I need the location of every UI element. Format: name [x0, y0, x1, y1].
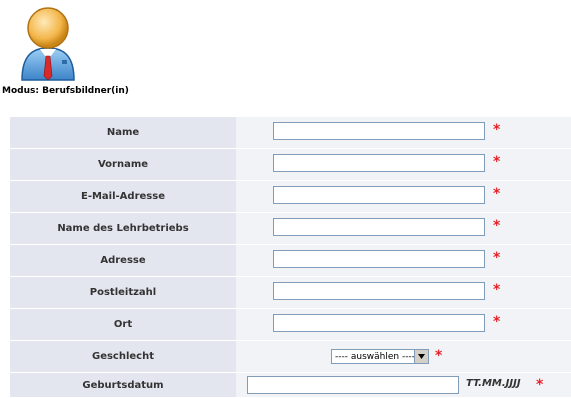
required-marker: * — [493, 314, 501, 330]
required-marker: * — [493, 250, 501, 266]
mode-label: Modus: Berufsbildner(in) — [2, 86, 129, 96]
form-row-city: Ort * — [10, 309, 571, 341]
form-row-gender: Geschlecht ---- auswählen ---- * — [10, 341, 571, 373]
form-row-postal-code: Postleitzahl * — [10, 277, 571, 309]
field-label: Postleitzahl — [10, 277, 236, 308]
form-row-birthdate: Geburtsdatum TT.MM.JJJJ * — [10, 373, 571, 398]
name-input[interactable] — [273, 122, 485, 140]
required-marker: * — [493, 282, 501, 298]
city-input[interactable] — [273, 314, 485, 332]
postal-code-input[interactable] — [273, 282, 485, 300]
date-format-hint: TT.MM.JJJJ — [466, 378, 521, 389]
form-row-company: Name des Lehrbetriebs * — [10, 213, 571, 245]
company-name-input[interactable] — [273, 218, 485, 236]
required-marker: * — [536, 377, 544, 393]
header: Modus: Berufsbildner(in) — [0, 0, 200, 100]
form-row-name: Name * — [10, 117, 571, 149]
field-label: Vorname — [10, 149, 236, 180]
field-label: E-Mail-Adresse — [10, 181, 236, 212]
dropdown-arrow-icon[interactable] — [414, 350, 428, 363]
email-input[interactable] — [273, 186, 485, 204]
address-input[interactable] — [273, 250, 485, 268]
field-label: Adresse — [10, 245, 236, 276]
required-marker: * — [493, 154, 501, 170]
field-label: Geschlecht — [10, 341, 236, 372]
form-row-vorname: Vorname * — [10, 149, 571, 181]
required-marker: * — [435, 348, 443, 364]
gender-select[interactable]: ---- auswählen ---- — [331, 349, 429, 364]
field-label: Geburtsdatum — [10, 373, 236, 397]
field-label: Name — [10, 117, 236, 148]
required-marker: * — [493, 218, 501, 234]
vorname-input[interactable] — [273, 154, 485, 172]
field-label: Name des Lehrbetriebs — [10, 213, 236, 244]
registration-form: Name * Vorname * E-Mail-Adresse * Name d… — [10, 117, 571, 398]
user-avatar-icon — [21, 7, 75, 81]
form-row-email: E-Mail-Adresse * — [10, 181, 571, 213]
required-marker: * — [493, 122, 501, 138]
gender-select-value: ---- auswählen ---- — [335, 351, 414, 362]
field-label: Ort — [10, 309, 236, 340]
form-row-address: Adresse * — [10, 245, 571, 277]
required-marker: * — [493, 186, 501, 202]
